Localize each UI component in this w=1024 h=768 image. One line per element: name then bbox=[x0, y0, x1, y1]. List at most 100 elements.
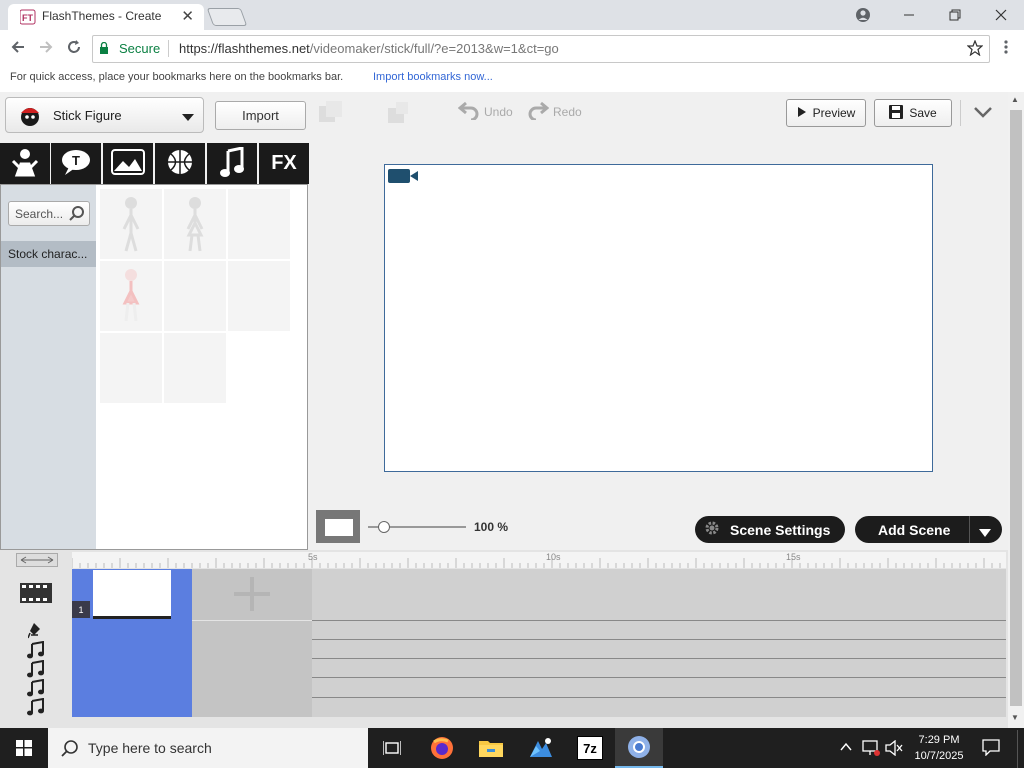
track-divider bbox=[312, 639, 1006, 640]
import-bookmarks-link[interactable]: Import bookmarks now... bbox=[373, 71, 493, 83]
reload-icon[interactable] bbox=[62, 35, 86, 59]
stick-figure-icon bbox=[186, 197, 204, 252]
zoom-slider-handle[interactable] bbox=[378, 521, 390, 533]
collapse-chevron-icon[interactable] bbox=[974, 106, 992, 121]
scroll-up-icon[interactable]: ▲ bbox=[1011, 95, 1019, 104]
bookmark-star-icon[interactable] bbox=[966, 39, 984, 59]
character-thumbnail[interactable] bbox=[228, 261, 290, 331]
library-sidebar bbox=[1, 185, 96, 549]
scene-thumbnail[interactable] bbox=[93, 570, 171, 619]
timeline-zoom-control[interactable] bbox=[16, 553, 58, 567]
tab-backgrounds[interactable] bbox=[103, 143, 153, 184]
import-button[interactable]: Import bbox=[215, 101, 306, 130]
theme-selector[interactable]: Stick Figure bbox=[5, 97, 204, 133]
browser-tab[interactable]: FT FlashThemes - Create ✕ bbox=[8, 4, 204, 30]
character-thumbnail[interactable] bbox=[164, 261, 226, 331]
restore-icon[interactable] bbox=[932, 0, 978, 30]
save-button[interactable]: Save bbox=[874, 99, 952, 127]
scene-track-icon bbox=[20, 582, 52, 607]
music-note-icon bbox=[220, 146, 244, 180]
music-track-icon bbox=[27, 659, 45, 681]
character-thumbnail[interactable] bbox=[100, 333, 162, 403]
tab-characters[interactable] bbox=[0, 143, 50, 184]
chrome-menu-icon[interactable] bbox=[994, 35, 1018, 59]
firefox-icon[interactable] bbox=[418, 728, 466, 768]
taskbar-search-box[interactable]: Type here to search bbox=[48, 728, 368, 768]
ruler-label-5s: 5s bbox=[308, 552, 318, 562]
timeline-ruler[interactable]: 5s 10s 15s bbox=[72, 552, 1006, 568]
svg-text:T: T bbox=[72, 153, 80, 168]
scene-thumbnail-toggle[interactable] bbox=[316, 510, 360, 543]
plus-icon bbox=[234, 577, 270, 611]
new-tab-button[interactable] bbox=[206, 8, 248, 26]
character-thumbnail[interactable] bbox=[164, 189, 226, 259]
library-search-input[interactable]: Search... bbox=[8, 201, 90, 226]
track-divider bbox=[312, 658, 1006, 659]
close-window-icon[interactable] bbox=[978, 0, 1024, 30]
scroll-down-icon[interactable]: ▼ bbox=[1011, 713, 1019, 722]
show-desktop-divider[interactable] bbox=[1017, 730, 1018, 768]
clock[interactable]: 7:29 PM 10/7/2025 bbox=[908, 732, 970, 764]
character-thumbnail[interactable] bbox=[100, 261, 162, 331]
profile-icon[interactable] bbox=[840, 0, 886, 30]
notification-icon[interactable] bbox=[982, 738, 1000, 759]
forward-icon[interactable] bbox=[34, 35, 58, 59]
secure-label: Secure bbox=[119, 41, 161, 56]
preview-label: Preview bbox=[812, 106, 856, 120]
theme-label: Stick Figure bbox=[53, 108, 122, 123]
search-icon[interactable] bbox=[69, 205, 85, 224]
volume-muted-icon[interactable] bbox=[885, 739, 903, 759]
tab-text[interactable]: T bbox=[51, 143, 101, 184]
tab-close-icon[interactable]: ✕ bbox=[181, 7, 194, 25]
chevron-down-icon bbox=[182, 111, 194, 125]
character-thumbnail[interactable] bbox=[228, 189, 290, 259]
ruler-ticks bbox=[72, 558, 1001, 568]
file-explorer-icon[interactable] bbox=[467, 728, 515, 768]
windows-start-icon[interactable] bbox=[0, 728, 48, 768]
scene-stage[interactable] bbox=[384, 164, 933, 472]
bookmarks-bar: For quick access, place your bookmarks h… bbox=[0, 66, 1024, 93]
page-scrollbar-thumb[interactable] bbox=[1010, 110, 1022, 706]
7zip-label: 7z bbox=[577, 736, 603, 760]
minimize-icon[interactable] bbox=[886, 0, 932, 30]
task-view-icon[interactable] bbox=[368, 728, 416, 768]
tab-props[interactable] bbox=[155, 143, 205, 184]
undo-button[interactable]: Undo bbox=[457, 100, 513, 123]
add-scene-button[interactable]: Add Scene bbox=[855, 516, 1002, 543]
timeline-arrows-icon bbox=[20, 556, 54, 564]
preview-button[interactable]: Preview bbox=[786, 99, 866, 127]
add-scene-chevron-icon[interactable] bbox=[979, 525, 991, 541]
tray-chevron-up-icon[interactable] bbox=[840, 741, 852, 755]
url-text: https://flashthemes.net/videomaker/stick… bbox=[179, 41, 559, 56]
stick-figure-icon bbox=[122, 197, 140, 252]
clock-date: 10/7/2025 bbox=[914, 750, 964, 762]
taskbar-search-placeholder: Type here to search bbox=[88, 740, 212, 756]
back-icon[interactable] bbox=[6, 35, 30, 59]
stock-characters-item[interactable]: Stock charac... bbox=[1, 241, 96, 267]
character-thumbnail[interactable] bbox=[100, 189, 162, 259]
redo-label: Redo bbox=[553, 104, 582, 119]
ruler-label-10s: 10s bbox=[546, 552, 561, 562]
copy-icon[interactable] bbox=[318, 100, 344, 127]
tab-fx[interactable]: FX bbox=[259, 143, 309, 184]
tab-sounds[interactable] bbox=[207, 143, 257, 184]
add-scene-placeholder[interactable] bbox=[192, 569, 312, 620]
address-bar[interactable]: Secure https://flashthemes.net/videomake… bbox=[92, 35, 990, 63]
search-placeholder: Search... bbox=[15, 207, 64, 221]
flashthemes-favicon: FT bbox=[19, 9, 36, 25]
track-divider bbox=[312, 697, 1006, 698]
bookmarks-hint: For quick access, place your bookmarks h… bbox=[10, 71, 344, 83]
network-icon[interactable] bbox=[862, 740, 880, 759]
chrome-taskbar-icon[interactable] bbox=[615, 728, 663, 768]
tab-title: FlashThemes - Create bbox=[42, 9, 162, 23]
save-icon bbox=[889, 104, 904, 122]
track-divider bbox=[312, 620, 1006, 621]
app-icon[interactable] bbox=[517, 728, 565, 768]
landscape-icon bbox=[111, 149, 145, 178]
paste-icon[interactable] bbox=[387, 100, 413, 127]
redo-button[interactable]: Redo bbox=[527, 100, 582, 123]
scene-settings-button[interactable]: Scene Settings bbox=[695, 516, 845, 543]
camera-icon[interactable] bbox=[388, 168, 418, 187]
7zip-icon[interactable]: 7z bbox=[566, 728, 614, 768]
character-thumbnail[interactable] bbox=[164, 333, 226, 403]
